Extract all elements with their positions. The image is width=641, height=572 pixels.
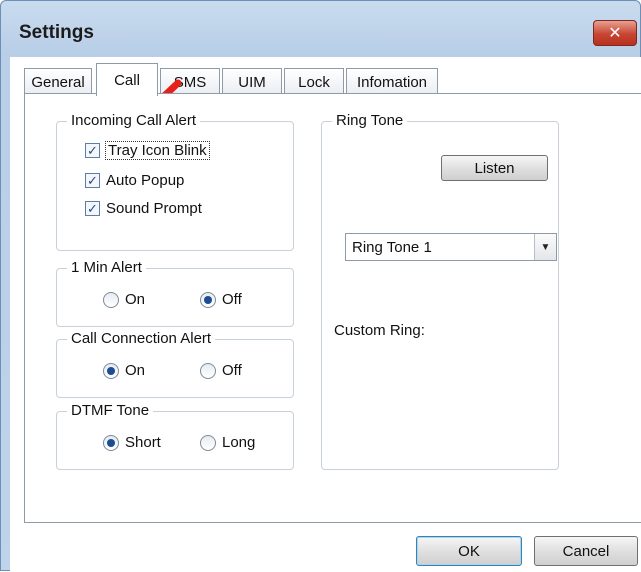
auto-popup-checkbox[interactable]: ✓ Auto Popup (85, 172, 184, 189)
tab-infomation[interactable]: Infomation (346, 68, 438, 95)
settings-window: Settings ✕ General Call SMS UIM Lock Inf… (0, 0, 641, 572)
call-connection-alert-off-radio[interactable]: Off (200, 362, 242, 379)
title-bar[interactable]: Settings ✕ (1, 1, 640, 57)
check-icon: ✓ (85, 201, 100, 216)
ok-button[interactable]: OK (416, 536, 522, 566)
tab-general[interactable]: General (24, 68, 92, 95)
checkbox-label: Sound Prompt (106, 200, 202, 217)
group-title: DTMF Tone (67, 402, 154, 420)
button-label: OK (458, 542, 480, 560)
check-icon: ✓ (85, 173, 100, 188)
tab-label: Lock (298, 73, 330, 91)
tab-lock[interactable]: Lock (284, 68, 344, 95)
call-tab-panel: Incoming Call Alert ✓ Tray Icon Blink ✓ … (24, 93, 641, 523)
group-title: Incoming Call Alert (67, 112, 201, 130)
call-connection-alert-on-radio[interactable]: On (103, 362, 145, 379)
one-min-alert-group: 1 Min Alert On Off (56, 259, 294, 327)
radio-label: Off (222, 362, 242, 379)
close-icon: ✕ (608, 25, 622, 42)
radio-selected-icon (200, 291, 216, 308)
cancel-button[interactable]: Cancel (534, 536, 638, 566)
radio-unselected-icon (103, 291, 119, 308)
tab-label: Call (114, 71, 140, 89)
radio-unselected-icon (200, 434, 216, 451)
radio-selected-icon (103, 434, 119, 451)
dtmf-tone-long-radio[interactable]: Long (200, 434, 255, 451)
chevron-down-icon[interactable]: ▼ (534, 234, 556, 260)
tab-label: Infomation (356, 73, 428, 91)
button-label: Listen (474, 159, 515, 177)
check-icon: ✓ (85, 143, 100, 158)
checkbox-label: Tray Icon Blink (105, 141, 210, 160)
dialog-client-area: General Call SMS UIM Lock Infomation Inc… (10, 57, 641, 572)
tab-label: UIM (238, 73, 266, 91)
listen-button[interactable]: Listen (441, 155, 548, 181)
custom-ring-label: Custom Ring: (334, 322, 425, 339)
radio-unselected-icon (200, 362, 216, 379)
radio-label: Long (222, 434, 256, 451)
group-title: Call Connection Alert (67, 330, 216, 348)
ring-tone-selected-value: Ring Tone 1 (352, 238, 432, 256)
radio-selected-icon (103, 362, 119, 379)
sound-prompt-checkbox[interactable]: ✓ Sound Prompt (85, 200, 202, 217)
group-title: Ring Tone (332, 112, 408, 130)
button-label: Cancel (562, 542, 610, 560)
ring-tone-select[interactable]: Ring Tone 1 ▼ (345, 233, 557, 261)
call-connection-alert-group: Call Connection Alert On Off (56, 330, 294, 398)
tab-call[interactable]: Call (96, 63, 158, 96)
radio-label: Short (125, 434, 161, 451)
window-title: Settings (19, 22, 94, 43)
dtmf-tone-group: DTMF Tone Short Long (56, 402, 294, 470)
group-title: 1 Min Alert (67, 259, 146, 277)
tray-icon-blink-checkbox[interactable]: ✓ Tray Icon Blink (85, 141, 210, 160)
radio-label: On (125, 291, 146, 308)
checkbox-label: Auto Popup (106, 172, 185, 189)
radio-label: On (125, 362, 146, 379)
dtmf-tone-short-radio[interactable]: Short (103, 434, 161, 451)
one-min-alert-on-radio[interactable]: On (103, 291, 145, 308)
tab-label: General (31, 73, 85, 91)
tab-uim[interactable]: UIM (222, 68, 282, 95)
close-button[interactable]: ✕ (593, 20, 637, 46)
one-min-alert-off-radio[interactable]: Off (200, 291, 242, 308)
incoming-call-alert-group: Incoming Call Alert ✓ Tray Icon Blink ✓ … (56, 112, 294, 251)
radio-label: Off (222, 291, 242, 308)
